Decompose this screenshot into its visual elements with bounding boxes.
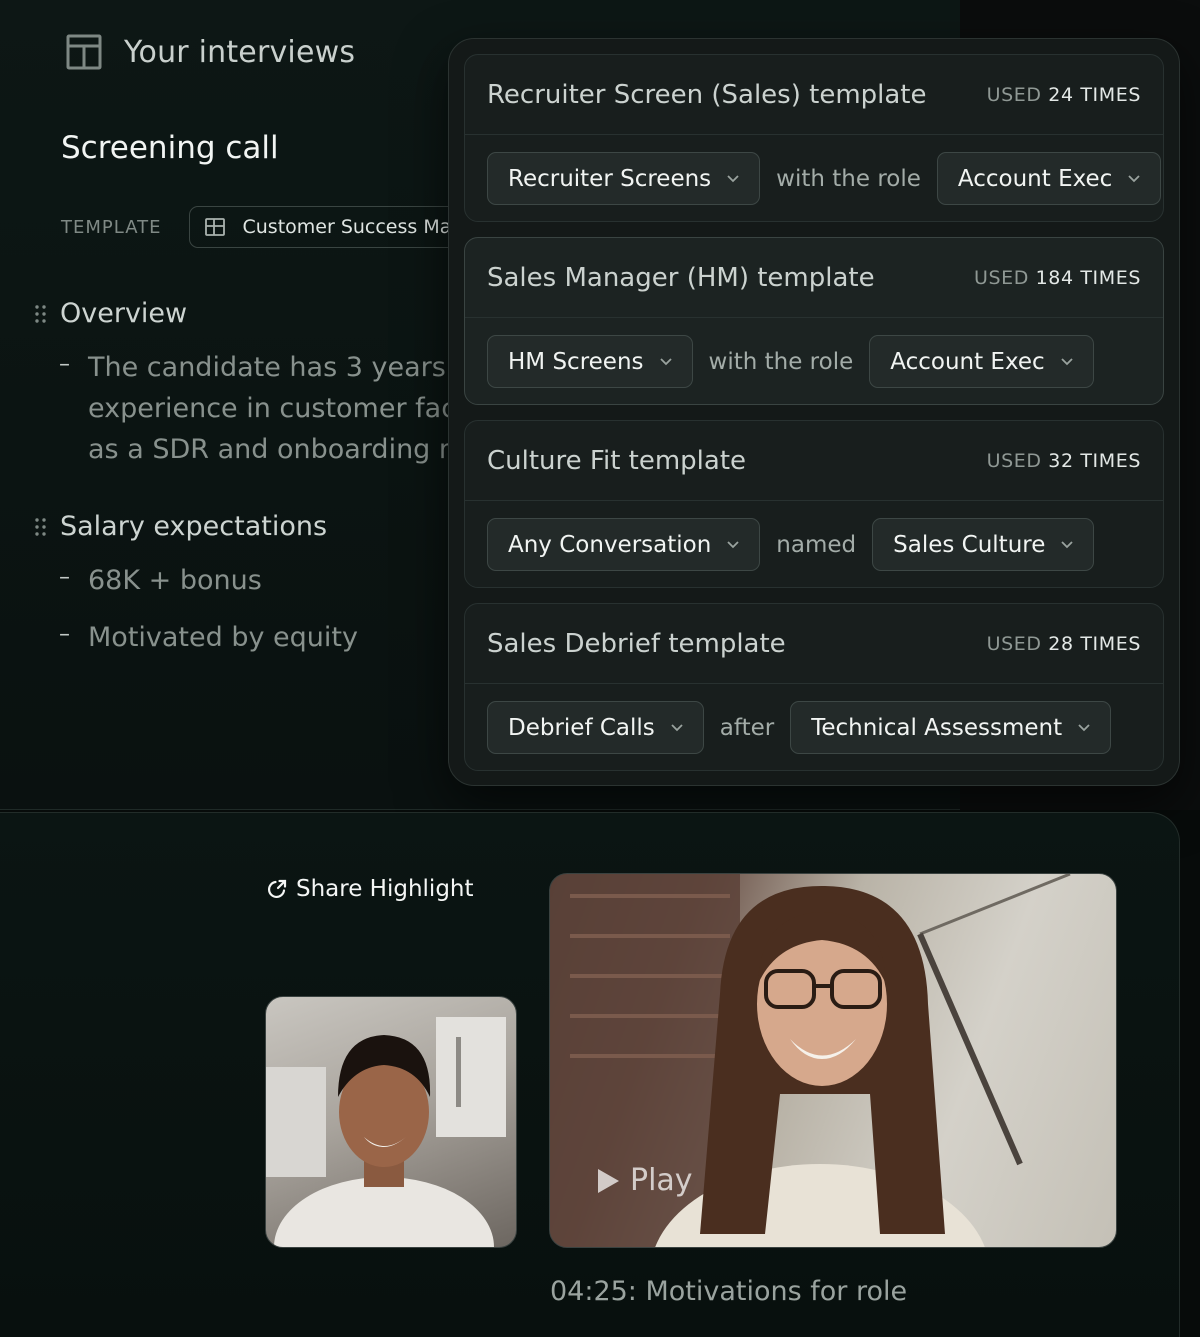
doc-header-title: Your interviews <box>124 34 356 70</box>
role-dropdown[interactable]: Account Exec <box>936 152 1162 205</box>
drag-handle-icon[interactable] <box>34 517 48 537</box>
list-item: – Motivated by equity <box>59 622 358 653</box>
template-card[interactable]: Sales Debrief template USED 28 TIMES Deb… <box>464 603 1164 771</box>
chevron-down-icon <box>671 723 683 731</box>
meeting-type-dropdown[interactable]: Any Conversation <box>487 518 761 571</box>
share-highlight-label: Share Highlight <box>296 876 474 902</box>
template-name: Sales Debrief template <box>487 628 786 659</box>
grid-icon <box>205 218 226 236</box>
template-label: TEMPLATE <box>61 216 162 238</box>
template-row: TEMPLATE Customer Success Ma <box>61 206 490 248</box>
section-title: Salary expectations <box>60 511 328 542</box>
usage-badge: USED 32 TIMES <box>986 449 1141 472</box>
meeting-type-dropdown[interactable]: Debrief Calls <box>487 701 704 754</box>
section-title: Overview <box>60 298 188 329</box>
chevron-down-icon <box>659 357 672 365</box>
chevron-down-icon <box>1128 174 1140 182</box>
role-dropdown[interactable]: Account Exec <box>869 335 1094 388</box>
usage-badge: USED 24 TIMES <box>986 83 1141 106</box>
share-icon <box>267 879 287 899</box>
trigger-dropdown[interactable]: Technical Assessment <box>790 701 1112 754</box>
rule-connector: named <box>776 531 857 558</box>
participant-avatar <box>266 1017 506 1247</box>
usage-badge: USED 28 TIMES <box>986 632 1141 655</box>
chevron-down-icon <box>1061 357 1073 365</box>
page-title: Screening call <box>61 130 279 166</box>
name-dropdown[interactable]: Sales Culture <box>872 518 1095 571</box>
template-name: Sales Manager (HM) template <box>487 262 875 293</box>
meeting-type-dropdown[interactable]: Recruiter Screens <box>487 152 761 205</box>
list-item: –68K + bonus <box>59 565 262 596</box>
chevron-down-icon <box>1078 723 1090 731</box>
templates-panel: Recruiter Screen (Sales) template USED 2… <box>448 38 1180 786</box>
list-item: as a SDR and onboarding m <box>88 434 466 465</box>
play-button[interactable]: Play <box>596 1163 693 1198</box>
highlight-caption: 04:25: Motivations for role <box>550 1276 908 1307</box>
rule-connector: with the role <box>776 165 921 192</box>
layout-icon <box>66 34 102 70</box>
chevron-down-icon <box>727 174 739 182</box>
list-item: experience in customer fac <box>88 393 457 424</box>
rule-connector: after <box>719 714 775 741</box>
participant-video-tile[interactable] <box>265 996 517 1248</box>
play-icon <box>598 1168 619 1193</box>
template-card[interactable]: Sales Manager (HM) template USED 184 TIM… <box>464 237 1164 405</box>
template-selector-value: Customer Success Ma <box>242 216 452 238</box>
usage-badge: USED 184 TIMES <box>973 266 1141 289</box>
play-label: Play <box>630 1163 693 1198</box>
chevron-down-icon <box>1061 540 1074 548</box>
template-card[interactable]: Culture Fit template USED 32 TIMES Any C… <box>464 420 1164 588</box>
list-item: – The candidate has 3 years of <box>59 352 481 383</box>
template-name: Culture Fit template <box>487 445 747 476</box>
meeting-type-dropdown[interactable]: HM Screens <box>487 335 693 388</box>
doc-header: Your interviews <box>66 34 355 70</box>
template-selector[interactable]: Customer Success Ma <box>189 206 490 248</box>
drag-handle-icon[interactable] <box>34 304 48 324</box>
rule-connector: with the role <box>708 348 854 375</box>
share-highlight-button[interactable]: Share Highlight <box>266 876 474 902</box>
section-overview: Overview – The candidate has 3 years of e… <box>34 298 480 470</box>
template-name: Recruiter Screen (Sales) template <box>487 79 927 110</box>
section-salary: Salary expectations –68K + bonus – Motiva… <box>34 511 358 658</box>
chevron-down-icon <box>727 540 739 548</box>
template-card[interactable]: Recruiter Screen (Sales) template USED 2… <box>464 54 1164 222</box>
